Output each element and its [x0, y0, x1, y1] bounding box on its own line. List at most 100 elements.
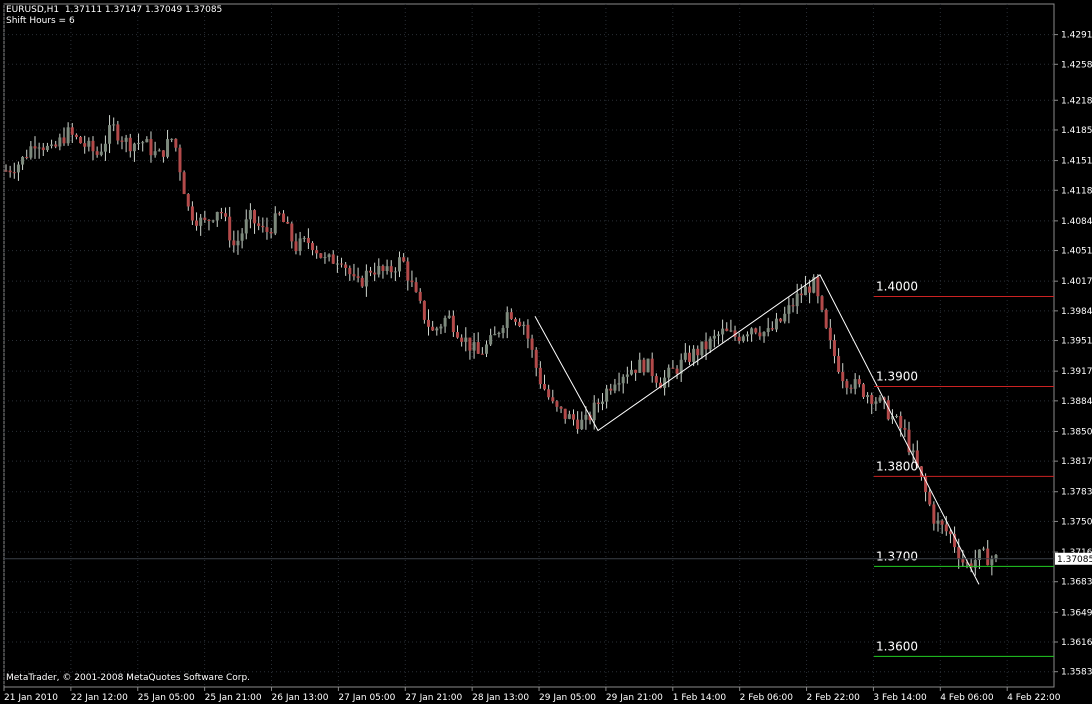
bear-candle [286, 222, 290, 224]
bear-candle [928, 492, 932, 505]
bear-candle [369, 270, 373, 273]
bear-candle [12, 172, 16, 174]
level-label: 1.4000 [876, 279, 918, 293]
x-tick-label: 2 Feb 22:00 [807, 693, 861, 703]
bear-candle [542, 384, 546, 390]
bull-candle [87, 140, 91, 147]
bear-candle [857, 379, 861, 385]
x-tick-label: 4 Feb 22:00 [1007, 693, 1061, 703]
bull-candle [721, 328, 725, 335]
y-tick-label: 1.36490 [1061, 608, 1092, 618]
bear-candle [799, 293, 803, 296]
bear-candle [476, 342, 480, 354]
bear-candle [120, 140, 124, 142]
bull-candle [795, 293, 799, 307]
y-tick-label: 1.36160 [1061, 638, 1092, 648]
price-chart[interactable]: 1.42910 1.42580 1.42180 1.41850 1.41510 1.411… [0, 0, 1092, 704]
bear-candle [576, 419, 580, 430]
bear-candle [754, 328, 758, 333]
bull-candle [37, 147, 41, 149]
bull-candle [170, 138, 174, 140]
x-tick-label: 26 Jan 13:00 [272, 693, 329, 703]
bull-candle [137, 142, 141, 144]
bear-candle [808, 286, 812, 293]
bear-candle [513, 319, 517, 322]
bear-candle [128, 137, 132, 152]
bull-candle [605, 388, 609, 402]
x-tick-label: 22 Jan 12:00 [71, 693, 128, 703]
bear-candle [178, 147, 182, 173]
bull-candle [302, 237, 306, 239]
bull-candle [157, 150, 161, 152]
bull-candle [621, 376, 625, 384]
bear-candle [518, 321, 522, 326]
bull-candle [103, 143, 107, 152]
bear-candle [654, 376, 658, 383]
bull-candle [584, 414, 588, 420]
bear-candle [509, 312, 513, 320]
bull-candle [327, 254, 331, 258]
bear-candle [596, 402, 600, 404]
bull-candle [464, 337, 468, 342]
bull-candle [708, 338, 712, 350]
bear-candle [675, 368, 679, 374]
bear-candle [940, 520, 944, 525]
bull-candle [729, 330, 733, 332]
bull-candle [982, 548, 986, 550]
bull-candle [911, 450, 915, 453]
x-tick-label: 1 Feb 14:00 [673, 693, 727, 703]
bear-candle [687, 352, 691, 362]
bear-candle [207, 219, 211, 221]
bull-candle [472, 342, 476, 351]
bull-candle [866, 395, 870, 398]
bear-candle [791, 305, 795, 307]
y-tick-label: 1.41850 [1061, 126, 1092, 136]
y-tick-label: 1.42180 [1061, 96, 1092, 106]
bear-candle [832, 340, 836, 357]
bull-candle [667, 367, 671, 378]
bull-candle [716, 334, 720, 336]
bear-candle [149, 139, 153, 156]
bear-candle [824, 309, 828, 328]
bear-candle [265, 227, 269, 232]
bull-candle [493, 333, 497, 336]
bear-candle [282, 213, 286, 223]
bull-candle [29, 146, 33, 158]
bull-candle [994, 555, 998, 559]
y-tick-label: 1.39170 [1061, 367, 1092, 377]
bear-candle [25, 156, 29, 158]
bear-candle [737, 336, 741, 342]
bear-candle [422, 300, 426, 320]
y-tick-label: 1.39840 [1061, 307, 1092, 317]
bull-candle [625, 374, 629, 377]
bull-candle [592, 402, 596, 421]
bear-candle [8, 170, 12, 173]
bear-candle [418, 291, 422, 301]
bear-candle [224, 213, 228, 217]
bear-candle [294, 241, 298, 252]
bear-candle [360, 277, 364, 287]
bear-candle [344, 264, 348, 268]
bear-candle [261, 225, 265, 228]
bull-candle [153, 151, 157, 156]
bear-candle [530, 338, 534, 350]
x-tick-label: 21 Jan 2010 [4, 693, 58, 703]
plot-frame [3, 3, 1055, 688]
bear-candle [634, 369, 638, 373]
bear-candle [219, 211, 223, 214]
bear-candle [74, 134, 78, 137]
bear-candle [944, 524, 948, 532]
bear-candle [899, 415, 903, 429]
current-price-value: 1.37085 [1057, 555, 1092, 565]
bull-candle [783, 313, 787, 322]
bull-candle [166, 139, 170, 157]
bear-candle [526, 324, 530, 339]
bull-candle [497, 332, 501, 334]
level-label: 1.3900 [876, 369, 918, 383]
bull-candle [600, 401, 604, 404]
bull-candle [364, 270, 368, 287]
x-tick-label: 25 Jan 21:00 [205, 693, 262, 703]
bear-candle [480, 353, 484, 355]
bear-candle [373, 272, 377, 275]
bull-candle [443, 317, 447, 327]
